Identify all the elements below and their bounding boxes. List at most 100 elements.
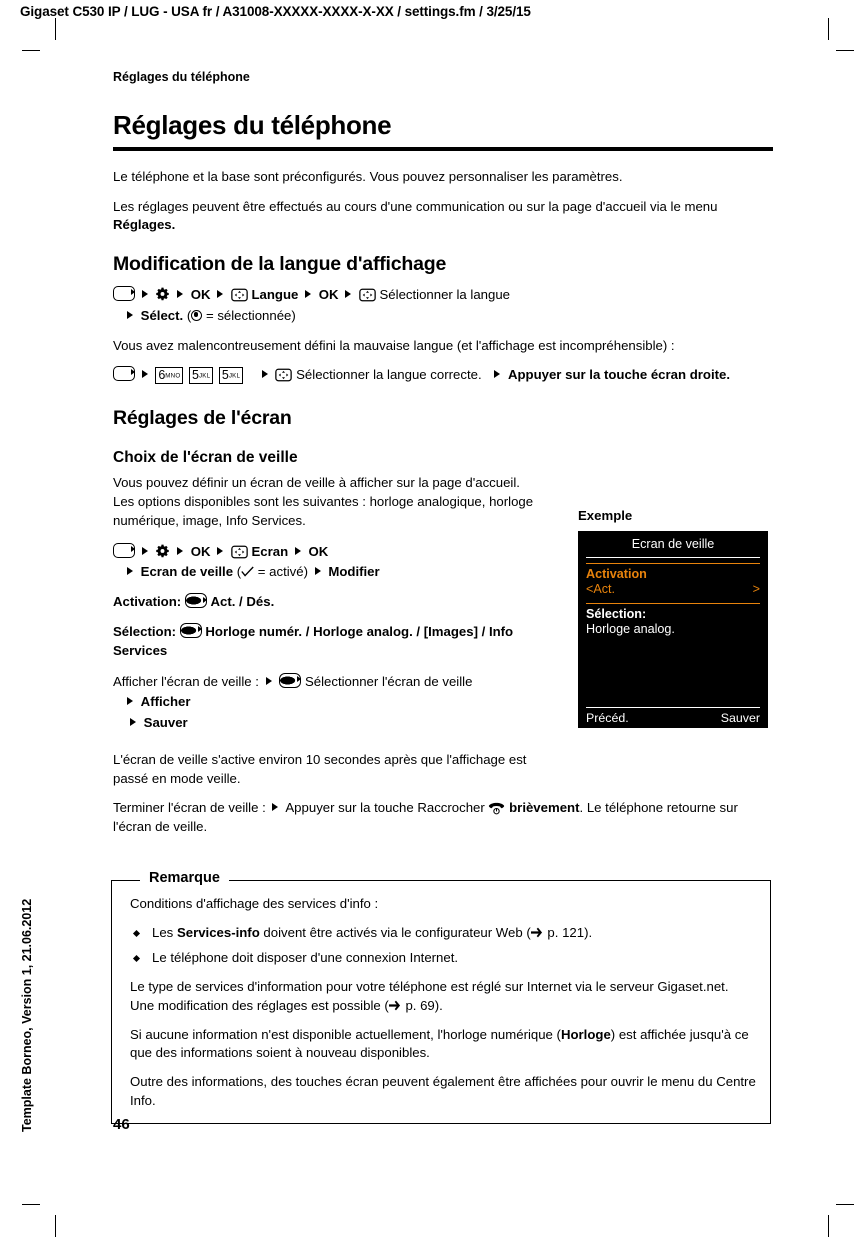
note-p1-ref[interactable]: p. 69 (405, 998, 434, 1013)
navigation-key-icon (275, 368, 293, 382)
note-bullet-1-ref[interactable]: p. 121 (547, 925, 584, 940)
note-bullet-1-c: doivent être activés via le configurateu… (259, 924, 531, 940)
lcd-selection-label: Sélection: (586, 607, 647, 621)
note-p2-a: Si aucune information n'est disponible a… (130, 1026, 561, 1042)
crop-mark-top-left-v (55, 18, 56, 40)
keypad-key-5-a-number: 5 (192, 367, 199, 382)
crop-mark-bottom-right-h (836, 1204, 854, 1205)
note-paragraph-3: Outre des informations, des touches écra… (130, 1074, 756, 1108)
note-bullet-1-b: Services-info (176, 924, 260, 940)
step-arrow-icon (345, 290, 352, 299)
step-arrow-icon (217, 546, 224, 555)
selection-label: Sélection: (113, 624, 177, 640)
step-arrow-icon (127, 566, 133, 575)
page-title: Réglages du téléphone (113, 110, 392, 140)
gear-icon (155, 544, 170, 559)
language-step-ok-2: OK (318, 287, 339, 303)
page-number: 46 (113, 1116, 130, 1133)
gear-icon (155, 287, 170, 302)
language-step-langue: Langue (251, 287, 299, 303)
sauver-step: Sauver (143, 714, 188, 730)
display-key-icon (113, 365, 135, 381)
crop-mark-bottom-left-v (55, 1215, 56, 1237)
note-paragraph-1: Le type de services d'information pour v… (130, 978, 756, 1015)
language-step-ok-1: OK (190, 287, 211, 303)
keypad-key-6: 6MNO (155, 366, 184, 384)
display-key-icon (113, 542, 135, 558)
keypad-key-5-a: 5JKL (189, 366, 214, 384)
step-arrow-icon (305, 290, 312, 299)
wrong-language-select-correct: Sélectionner la langue correcte. (296, 366, 482, 382)
crop-mark-top-right-h (836, 50, 854, 51)
intro-paragraph-2: Les réglages peuvent être effectués au c… (113, 198, 773, 235)
keypad-key-5-b-letters: JKL (228, 372, 241, 380)
note-p2-b: Horloge (560, 1026, 611, 1042)
wrong-language-press-right-a: Appuyer sur la touche écran (507, 366, 690, 382)
step-arrow-icon (177, 546, 184, 555)
display-key-icon (113, 286, 135, 302)
page-content: Réglages du téléphone Réglages du téléph… (113, 70, 773, 848)
intro-paragraph-1: Le téléphone et la base sont préconfigur… (113, 169, 623, 184)
lcd-field-label-activation: Activation (586, 567, 647, 581)
language-step-select-label: Sélect. (140, 307, 184, 323)
note-p1-b: ). (434, 997, 443, 1013)
step-arrow-icon (272, 803, 279, 812)
step-arrow-icon (217, 290, 224, 299)
language-step-select-suffix: = sélectionnée) (205, 307, 296, 323)
crop-mark-bottom-right-v (828, 1215, 829, 1237)
note-bullet-2-a: Le téléphone doit disposer d'une connexi… (152, 950, 459, 966)
display-key-solid-icon (279, 672, 302, 688)
screensaver-step-line-2: Ecran de veille ( = activé) Modifier (113, 562, 553, 582)
running-header: Gigaset C530 IP / LUG - USA fr / A31008-… (20, 4, 531, 19)
step-arrow-icon (127, 310, 133, 319)
keypad-key-5-a-letters: JKL (198, 372, 211, 380)
screensaver-step-sequence: OK Ecran OK Ecran de veille ( = activé) … (113, 542, 553, 583)
screensaver-step-ecran-de-veille: Ecran de veille (140, 563, 234, 579)
step-arrow-icon (177, 290, 184, 299)
lcd-title: Ecran de veille (631, 537, 715, 551)
lcd-softkey-separator (586, 707, 760, 708)
lcd-softkey-bar: Précéd. Sauver (578, 711, 768, 728)
display-key-solid-icon (179, 623, 202, 639)
crop-mark-top-left-h (22, 50, 40, 51)
activation-value: Act. / Dés. (210, 594, 275, 610)
activation-line: Activation: Act. / Dés. (113, 593, 538, 612)
selection-line: Sélection: Horloge numér. / Horloge anal… (113, 623, 538, 660)
lcd-value-left: <Act. (586, 582, 616, 596)
chapter-marker: Réglages du téléphone (113, 70, 250, 84)
example-block: Exemple Ecran de veille Activation <Act.… (578, 508, 768, 728)
hangup-key-icon (488, 801, 505, 815)
title-rule (113, 147, 773, 151)
step-arrow-icon (141, 369, 148, 378)
terminate-instruction: Appuyer sur la touche Raccrocher (285, 800, 485, 816)
selected-radio-icon (191, 309, 203, 321)
navigation-key-icon (359, 288, 376, 302)
lcd-selection-value: Horloge analog. (586, 622, 675, 636)
terminate-paragraph: Terminer l'écran de veille : Appuyer sur… (113, 799, 773, 836)
display-screensaver-line-3: Sauver (113, 713, 553, 733)
note-title: Remarque (140, 870, 229, 886)
language-step-line-1: OK Langue OK Sélectionner la langue (113, 285, 773, 305)
section-heading-language: Modification de la langue d'affichage (113, 253, 447, 276)
section-heading-screen: Réglages de l'écran (113, 407, 292, 430)
terminate-label: Terminer l'écran de veille : (113, 800, 266, 816)
screensaver-step-ecran: Ecran (251, 543, 289, 559)
screensaver-step-modifier: Modifier (328, 563, 380, 579)
keypad-key-6-letters: MNO (165, 372, 181, 380)
lcd-softkey-right[interactable]: Sauver (721, 711, 760, 725)
step-arrow-icon (494, 369, 501, 378)
activation-label: Activation: (113, 594, 182, 610)
keypad-key-5-b-number: 5 (221, 367, 229, 382)
crop-mark-top-right-v (828, 18, 829, 40)
step-arrow-icon (141, 546, 148, 555)
wrong-language-paragraph: Vous avez malencontreusement défini la m… (113, 338, 675, 354)
terminate-emphasis: brièvement (509, 800, 580, 816)
note-bullet-item: Le téléphone doit disposer d'une connexi… (130, 949, 756, 968)
step-arrow-icon (130, 717, 136, 726)
lcd-softkey-left[interactable]: Précéd. (586, 711, 629, 725)
lcd-value-row-activation[interactable]: <Act. > (578, 581, 768, 598)
note-bullet-list: Les Services-info doivent être activés v… (130, 924, 756, 968)
phone-display-mockup: Ecran de veille Activation <Act. > Sélec… (578, 531, 768, 728)
afficher-label: Afficher l'écran de veille : (113, 673, 259, 689)
note-box: Remarque Conditions d'affichage des serv… (111, 870, 771, 1124)
